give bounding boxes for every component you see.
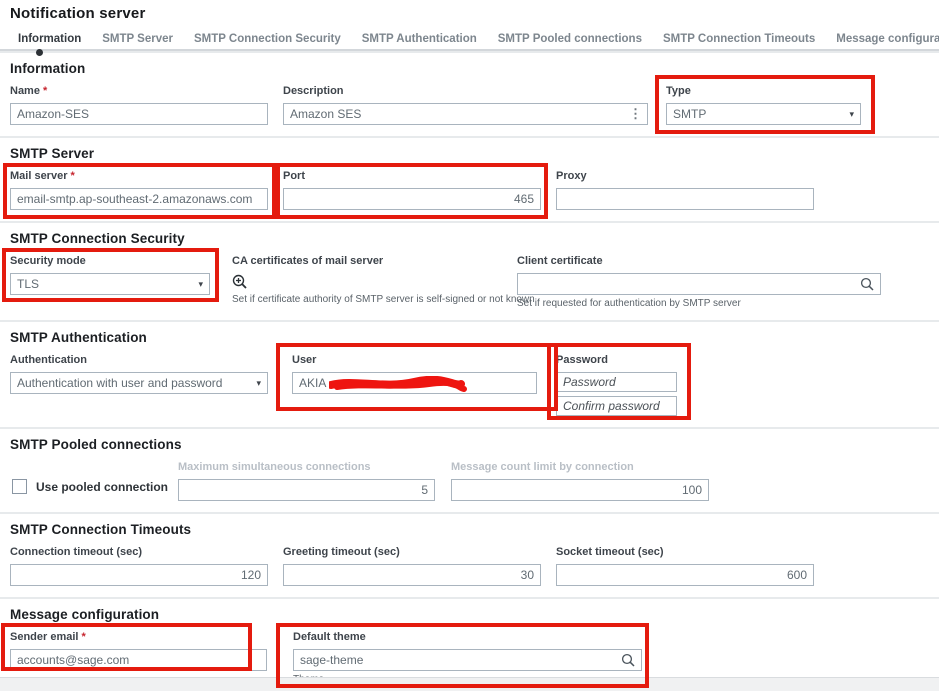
proxy-label: Proxy (556, 170, 814, 183)
redaction-scribble (329, 376, 469, 394)
message-count-input[interactable]: 100 (451, 479, 709, 501)
message-count-label: Message count limit by connection (451, 461, 709, 474)
use-pooled-connection-checkbox[interactable] (12, 479, 27, 494)
client-certificate-help-text: Set if requested for authentication by S… (517, 298, 881, 309)
socket-timeout-field-group: Socket timeout (sec) 600 (556, 546, 814, 586)
name-label: Name * (10, 85, 268, 98)
section-heading-information: Information (10, 61, 929, 76)
section-heading-smtp-server: SMTP Server (10, 146, 929, 161)
use-pooled-connection-label: Use pooled connection (36, 480, 168, 494)
user-field-group: User AKIA (292, 354, 537, 394)
chevron-down-icon: ▾ (198, 279, 203, 290)
chevron-down-icon: ▾ (256, 378, 261, 389)
connection-timeout-field-group: Connection timeout (sec) 120 (10, 546, 268, 586)
greeting-timeout-input[interactable]: 30 (283, 564, 541, 586)
section-information: Information Name * Amazon-SES Descriptio… (0, 51, 939, 136)
footer-bar (0, 677, 939, 691)
client-certificate-label: Client certificate (517, 255, 881, 268)
authentication-select[interactable]: Authentication with user and password ▾ (10, 372, 268, 394)
port-label: Port (283, 170, 541, 183)
section-heading-smtp-connection-security: SMTP Connection Security (10, 231, 929, 246)
password-field-group: Password Password Confirm password (556, 354, 688, 416)
section-smtp-authentication: SMTP Authentication Authentication Authe… (0, 320, 939, 427)
port-field-group: Port 465 (283, 170, 541, 210)
password-input[interactable]: Password (556, 372, 677, 392)
name-input[interactable]: Amazon-SES (10, 103, 268, 125)
connection-timeout-label: Connection timeout (sec) (10, 546, 268, 559)
security-mode-label: Security mode (10, 255, 210, 268)
section-smtp-server: SMTP Server Mail server * email-smtp.ap-… (0, 136, 939, 221)
description-label: Description (283, 85, 648, 98)
user-label: User (292, 354, 537, 367)
required-asterisk: * (43, 85, 47, 97)
tab-smtp-server[interactable]: SMTP Server (102, 31, 173, 49)
active-tab-indicator-dot (36, 49, 43, 56)
default-theme-label: Default theme (293, 631, 642, 644)
socket-timeout-label: Socket timeout (sec) (556, 546, 814, 559)
max-connections-label: Maximum simultaneous connections (178, 461, 435, 474)
proxy-field-group: Proxy (556, 170, 814, 210)
type-field-group: Type SMTP ▾ (666, 85, 861, 125)
search-icon[interactable] (860, 277, 874, 291)
tab-smtp-pooled-connections[interactable]: SMTP Pooled connections (498, 31, 642, 49)
chevron-down-icon: ▾ (849, 109, 854, 120)
greeting-timeout-field-group: Greeting timeout (sec) 30 (283, 546, 541, 586)
description-field-group: Description Amazon SES ⋮ (283, 85, 648, 125)
client-certificate-input[interactable] (517, 273, 881, 295)
tab-information[interactable]: Information (18, 31, 81, 49)
section-heading-smtp-authentication: SMTP Authentication (10, 330, 929, 345)
section-message-configuration: Message configuration Sender email * acc… (0, 597, 939, 685)
security-mode-select[interactable]: TLS ▾ (10, 273, 210, 295)
section-heading-message-configuration: Message configuration (10, 607, 929, 622)
tab-bar: Information SMTP Server SMTP Connection … (0, 31, 939, 51)
confirm-password-input[interactable]: Confirm password (556, 396, 677, 416)
type-label: Type (666, 85, 861, 98)
authentication-label: Authentication (10, 354, 268, 367)
tab-smtp-connection-security[interactable]: SMTP Connection Security (194, 31, 341, 49)
zoom-in-icon[interactable] (232, 273, 250, 291)
message-count-field-group: Message count limit by connection 100 (451, 461, 709, 501)
page-title: Notification server (0, 0, 939, 22)
required-asterisk: * (71, 170, 75, 182)
section-smtp-connection-timeouts: SMTP Connection Timeouts Connection time… (0, 512, 939, 597)
user-input[interactable]: AKIA (292, 372, 537, 394)
sender-email-field-group: Sender email * accounts@sage.com (10, 631, 267, 671)
tab-smtp-authentication[interactable]: SMTP Authentication (362, 31, 477, 49)
tab-message-configuration[interactable]: Message configuration (836, 31, 939, 49)
max-connections-input[interactable]: 5 (178, 479, 435, 501)
type-select[interactable]: SMTP ▾ (666, 103, 861, 125)
sender-email-input[interactable]: accounts@sage.com (10, 649, 267, 671)
vertical-ellipsis-icon[interactable]: ⋮ (629, 106, 641, 122)
connection-timeout-input[interactable]: 120 (10, 564, 268, 586)
ca-certificates-help-text: Set if certificate authority of SMTP ser… (232, 294, 502, 305)
greeting-timeout-label: Greeting timeout (sec) (283, 546, 541, 559)
notification-server-page: Notification server Information SMTP Ser… (0, 0, 939, 691)
required-asterisk: * (82, 631, 86, 643)
name-field-group: Name * Amazon-SES (10, 85, 268, 125)
proxy-input[interactable] (556, 188, 814, 210)
tab-smtp-connection-timeouts[interactable]: SMTP Connection Timeouts (663, 31, 815, 49)
ca-certificates-label: CA certificates of mail server (232, 255, 502, 268)
default-theme-input[interactable]: sage-theme (293, 649, 642, 671)
socket-timeout-input[interactable]: 600 (556, 564, 814, 586)
section-heading-smtp-connection-timeouts: SMTP Connection Timeouts (10, 522, 929, 537)
port-input[interactable]: 465 (283, 188, 541, 210)
mail-server-label: Mail server * (10, 170, 268, 183)
ca-certificates-field-group: CA certificates of mail server Set if ce… (232, 255, 502, 305)
mail-server-input[interactable]: email-smtp.ap-southeast-2.amazonaws.com (10, 188, 268, 210)
section-heading-smtp-pooled-connections: SMTP Pooled connections (10, 437, 929, 452)
search-icon[interactable] (621, 653, 635, 667)
use-pooled-connection-group: Use pooled connection (10, 461, 170, 494)
sender-email-label: Sender email * (10, 631, 267, 644)
security-mode-field-group: Security mode TLS ▾ (10, 255, 210, 295)
client-certificate-field-group: Client certificate Set if requested for … (517, 255, 881, 309)
section-smtp-pooled-connections: SMTP Pooled connections Use pooled conne… (0, 427, 939, 512)
authentication-field-group: Authentication Authentication with user … (10, 354, 268, 394)
password-label: Password (556, 354, 688, 367)
mail-server-field-group: Mail server * email-smtp.ap-southeast-2.… (10, 170, 268, 210)
description-input[interactable]: Amazon SES ⋮ (283, 103, 648, 125)
section-smtp-connection-security: SMTP Connection Security Security mode T… (0, 221, 939, 320)
max-connections-field-group: Maximum simultaneous connections 5 (178, 461, 435, 501)
